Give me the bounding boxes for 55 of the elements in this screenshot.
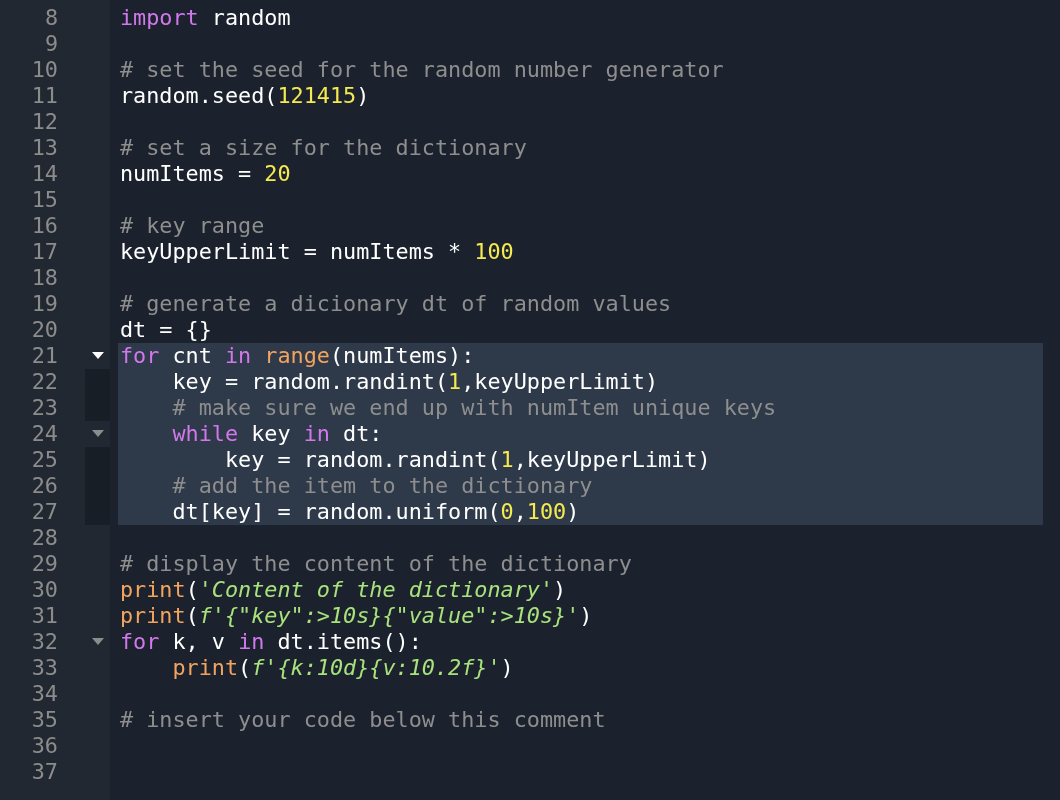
code-line: for k, v in dt.items(): <box>119 629 422 655</box>
line-number: 31 <box>30 603 58 629</box>
fold-toggle-icon[interactable] <box>91 430 104 438</box>
line-number: 33 <box>30 655 58 681</box>
line-number: 16 <box>30 213 58 239</box>
line-number: 27 <box>30 499 58 525</box>
code-line: keyUpperLimit = numItems * 100 <box>119 239 514 265</box>
code-line: # set a size for the dictionary <box>119 135 527 161</box>
code-line: key = random.randint(1,keyUpperLimit) <box>223 447 711 473</box>
line-number: 25 <box>30 447 58 473</box>
code-line: print(f'{k:10d}{v:10.2f}') <box>171 655 514 681</box>
code-line: key = random.randint(1,keyUpperLimit) <box>171 369 659 395</box>
fold-toggle-icon[interactable] <box>91 638 104 646</box>
line-number: 18 <box>30 265 58 291</box>
line-number: 11 <box>30 83 58 109</box>
line-number: 26 <box>30 473 58 499</box>
line-number: 37 <box>30 759 58 785</box>
code-line: # set the seed for the random number generator <box>119 57 724 83</box>
code-line: while key in dt: <box>171 421 383 447</box>
code-line: # display the content of the dictionary <box>119 551 632 577</box>
line-number: 12 <box>30 109 58 135</box>
line-number: 21 <box>30 343 58 369</box>
line-number: 14 <box>30 161 58 187</box>
code-line: numItems = 20 <box>119 161 291 187</box>
code-line: for cnt in range(numItems): <box>119 343 475 369</box>
line-number: 34 <box>30 681 58 707</box>
line-number: 17 <box>30 239 58 265</box>
code-line: import random <box>119 5 291 31</box>
code-line: random.seed(121415) <box>119 83 370 109</box>
code-line: print(f'{"key":>10s}{"value":>10s}') <box>119 603 593 629</box>
line-number: 36 <box>30 733 58 759</box>
line-number: 9 <box>43 31 58 57</box>
line-number: 35 <box>30 707 58 733</box>
code-line: print('Content of the dictionary') <box>119 577 567 603</box>
code-line: # key range <box>119 213 265 239</box>
line-number: 24 <box>30 421 58 447</box>
line-number: 10 <box>30 57 58 83</box>
line-number: 20 <box>30 317 58 343</box>
code-line: dt[key] = random.uniform(0,100) <box>171 499 580 525</box>
line-number: 32 <box>30 629 58 655</box>
line-number: 23 <box>30 395 58 421</box>
code-line: dt = {} <box>119 317 212 343</box>
line-number: 29 <box>30 551 58 577</box>
code-line: # add the item to the dictionary <box>171 473 593 499</box>
code-line: # make sure we end up with numItem unique keys <box>171 395 777 421</box>
code-line: # insert your code below this comment <box>119 707 606 733</box>
code-line: # generate a dicionary dt of random values <box>119 291 672 317</box>
line-number: 8 <box>43 5 58 31</box>
line-number: 19 <box>30 291 58 317</box>
fold-toggle-icon[interactable] <box>91 352 104 360</box>
line-number: 30 <box>30 577 58 603</box>
line-number: 13 <box>30 135 58 161</box>
line-number: 15 <box>30 187 58 213</box>
line-number: 28 <box>30 525 58 551</box>
line-number: 22 <box>30 369 58 395</box>
